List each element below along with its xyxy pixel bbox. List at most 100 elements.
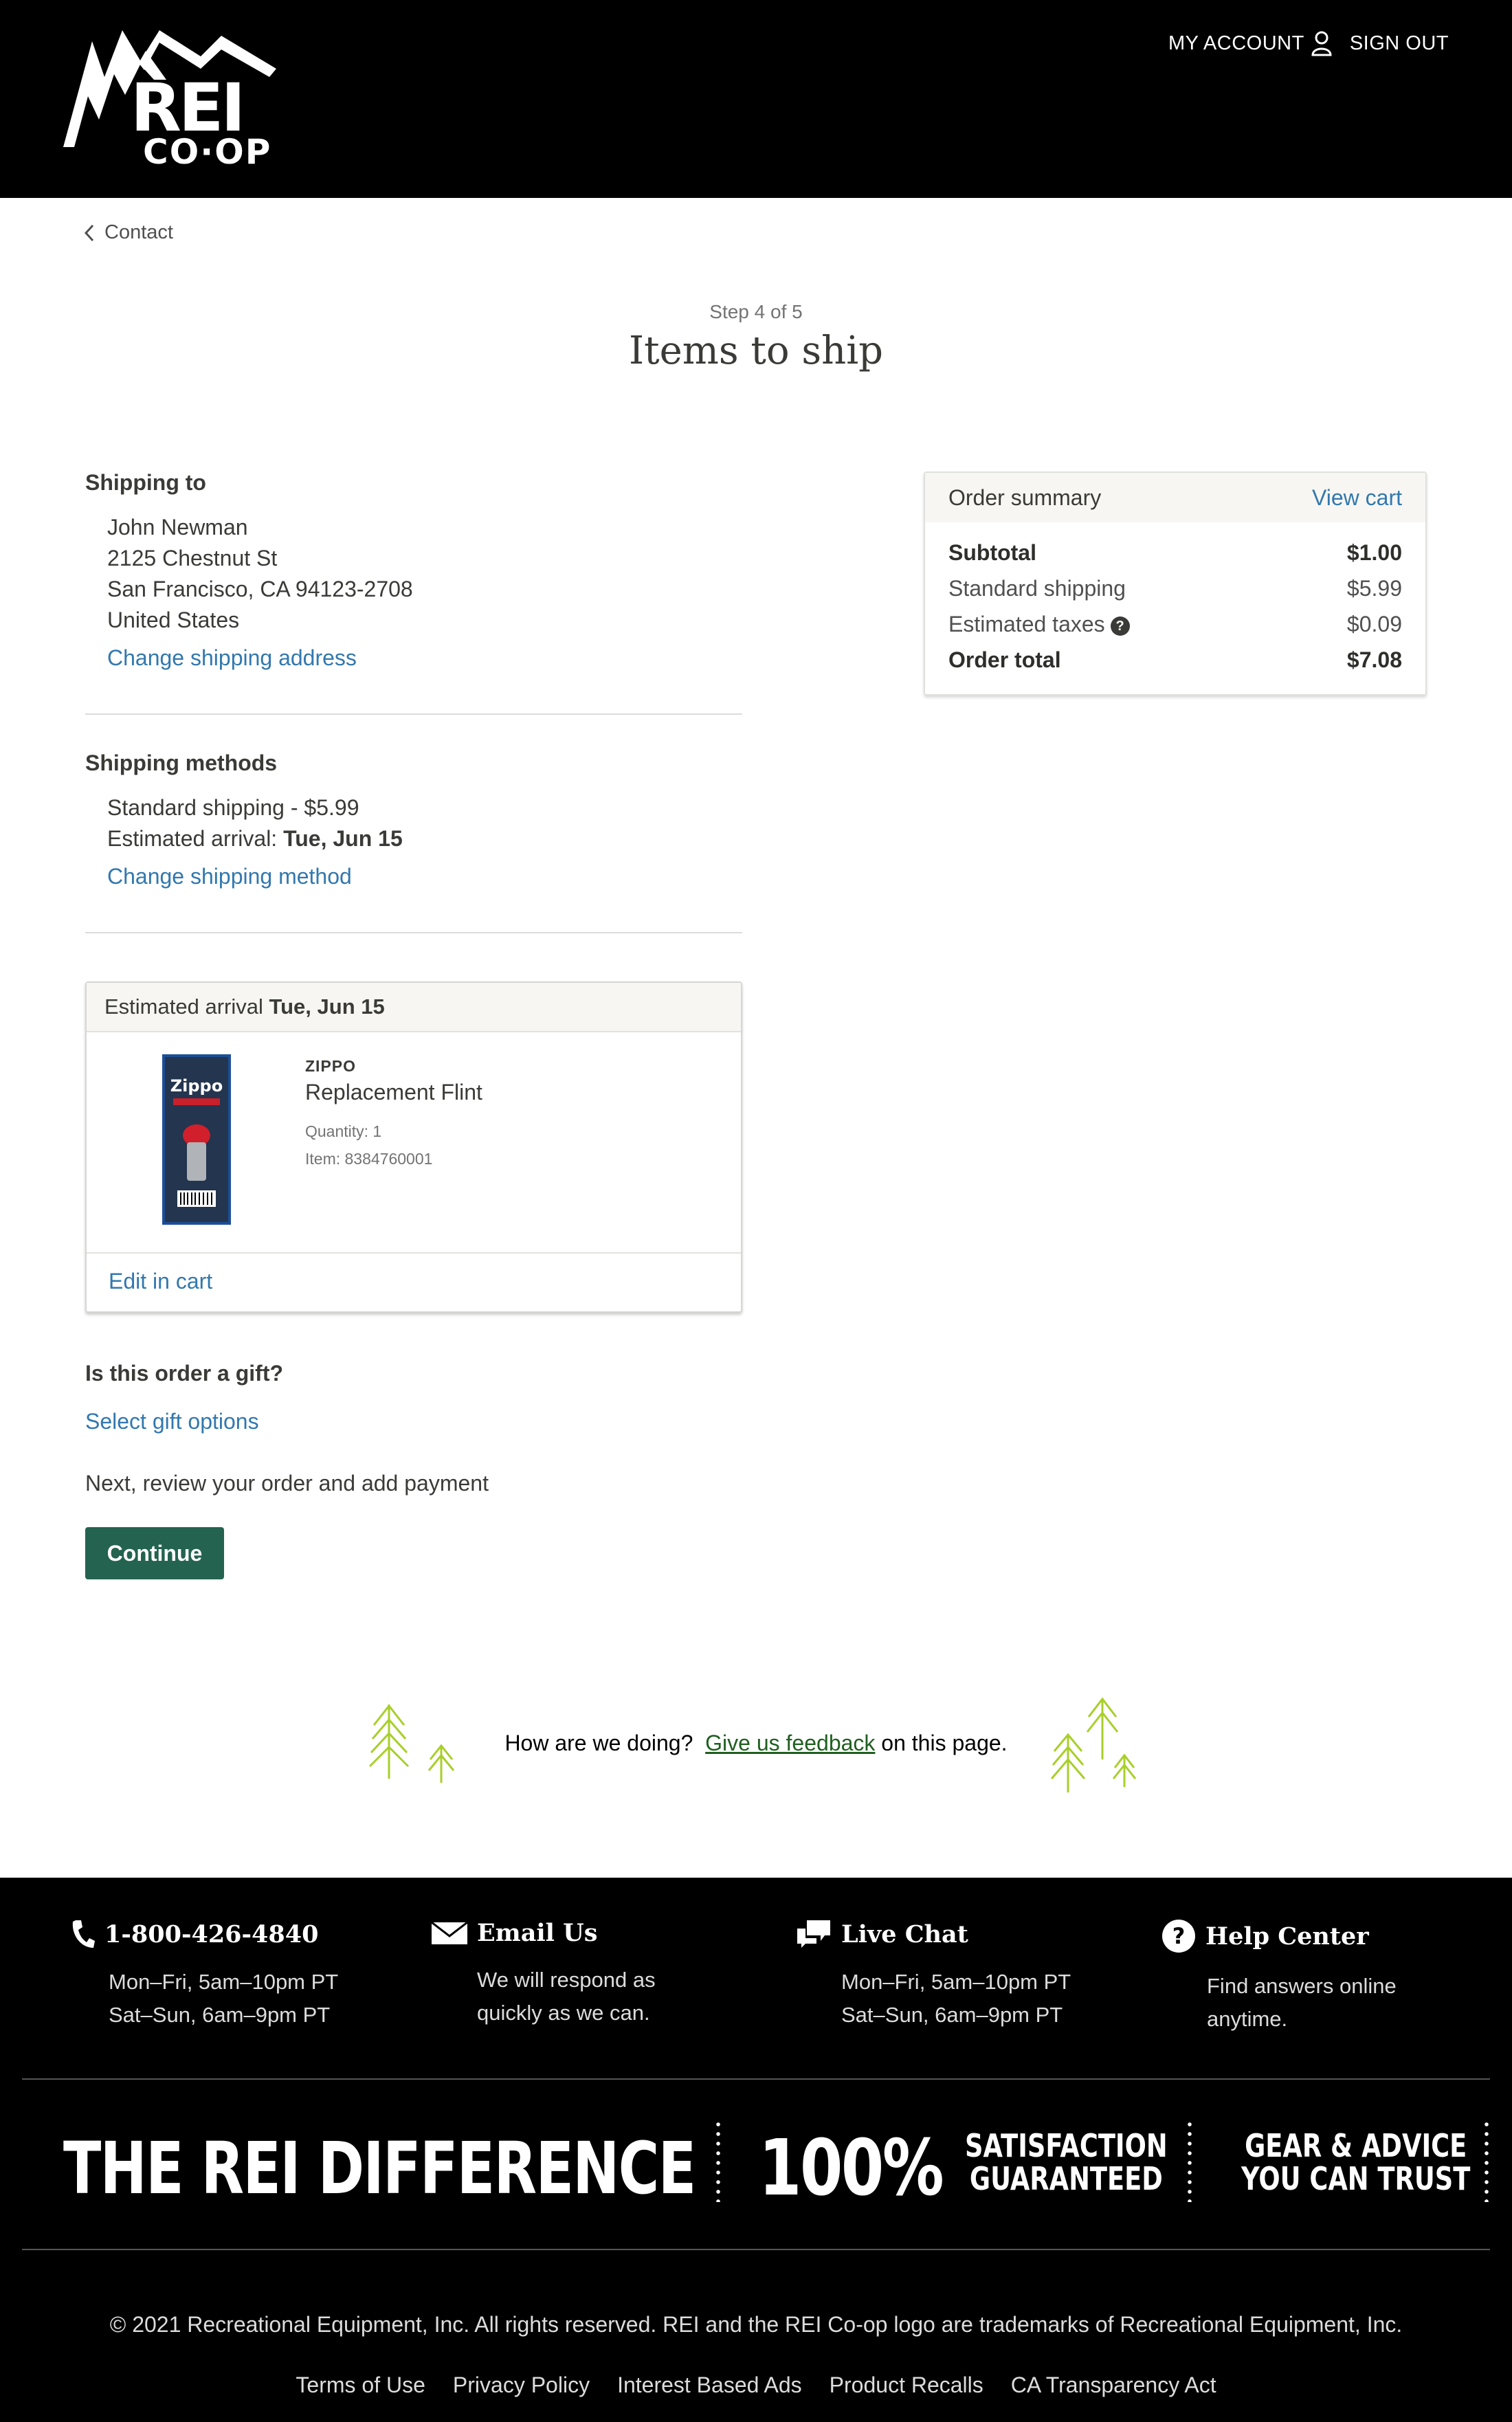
site-header: REI CO·OP MY ACCOUNT SIGN OUT	[0, 0, 1512, 198]
privacy-policy-link[interactable]: Privacy Policy	[453, 2373, 590, 2398]
dotted-separator	[1188, 2120, 1192, 2202]
svg-text:CO·OP: CO·OP	[143, 132, 271, 169]
my-account-label: MY ACCOUNT	[1168, 32, 1304, 54]
product-image[interactable]: Zippo	[162, 1054, 231, 1225]
order-total-label: Order total	[948, 647, 1061, 672]
shipment-arrival-date: Tue, Jun 15	[269, 995, 385, 1019]
email-line: We will respond as	[477, 1968, 656, 1992]
product-quantity: Quantity: 1	[305, 1122, 382, 1140]
copyright-text: © 2021 Recreational Equipment, Inc. All …	[109, 2312, 1403, 2337]
give-feedback-link[interactable]: Give us feedback	[705, 1731, 875, 1755]
taxes-label: Estimated taxes	[948, 612, 1105, 636]
shipment-card: Estimated arrival Tue, Jun 15 Zippo ZIPP…	[85, 981, 742, 1313]
interest-based-ads-link[interactable]: Interest Based Ads	[617, 2373, 802, 2398]
address-line: 2125 Chestnut St	[107, 546, 278, 570]
email-us-title: Email Us	[477, 1919, 598, 1947]
satisfaction-line: SATISFACTION	[965, 2127, 1168, 2164]
subtotal-label: Subtotal	[948, 540, 1036, 565]
order-summary-rows: Subtotal $1.00 Standard shipping $5.99 E…	[925, 522, 1425, 678]
hours-line: Mon–Fri, 5am–10pm PT	[109, 1970, 339, 1994]
step-indicator: Step 4 of 5	[709, 301, 803, 322]
product-info: ZIPPO Replacement Flint Quantity: 1 Item…	[305, 1057, 482, 1173]
trees-right-icon	[1050, 1697, 1137, 1792]
edit-in-cart-link[interactable]: Edit in cart	[109, 1269, 212, 1293]
satisfaction-percent: 100%	[759, 2124, 944, 2213]
chevron-left-icon	[84, 224, 94, 241]
shipping-row: Standard shipping $5.99	[948, 570, 1402, 606]
header-nav: MY ACCOUNT SIGN OUT	[1168, 30, 1449, 56]
phone-icon	[72, 1920, 95, 1948]
checkout-main: Shipping to John Newman 2125 Chestnut St…	[85, 470, 742, 933]
help-line: anytime.	[1207, 2007, 1288, 2031]
contact-help-center[interactable]: ? Help Center Find answers online anytim…	[1161, 1919, 1397, 2036]
hours-line: Sat–Sun, 6am–9pm PT	[109, 2003, 331, 2027]
divider	[85, 932, 742, 933]
svg-text:?: ?	[1172, 1923, 1186, 1949]
select-gift-options-link[interactable]: Select gift options	[85, 1409, 259, 1434]
question-mark-icon[interactable]: ?	[1110, 616, 1130, 636]
product-brand: ZIPPO	[305, 1057, 357, 1075]
view-cart-link[interactable]: View cart	[1312, 485, 1402, 511]
gear-advice-trust: GEAR & ADVICE YOU CAN TRUST	[1241, 2129, 1470, 2195]
product-item-number: Item: 8384760001	[305, 1150, 433, 1168]
footer-divider	[22, 2249, 1490, 2250]
dotted-separator	[716, 2120, 720, 2202]
satisfaction-guaranteed: SATISFACTION GUARANTEED	[965, 2129, 1168, 2195]
contact-email[interactable]: Email Us We will respond as quickly as w…	[432, 1919, 656, 2030]
taxes-label-group: Estimated taxes?	[948, 606, 1130, 642]
address-line: San Francisco, CA 94123-2708	[107, 577, 413, 601]
phone-hours: Mon–Fri, 5am–10pm PT Sat–Sun, 6am–9pm PT	[109, 1966, 338, 2032]
order-summary-heading: Order summary	[948, 485, 1102, 510]
sign-out-link[interactable]: SIGN OUT	[1350, 32, 1449, 55]
user-icon	[1311, 31, 1332, 56]
rei-difference-banner: THE REI DIFFERENCE 100% SATISFACTION GUA…	[0, 2120, 1512, 2213]
ca-transparency-act-link[interactable]: CA Transparency Act	[1011, 2373, 1216, 2398]
shipment-card-footer: Edit in cart	[87, 1252, 741, 1309]
phone-number: 1-800-426-4840	[104, 1920, 319, 1948]
footer-divider	[22, 2078, 1490, 2080]
order-summary: Order summary View cart Subtotal $1.00 S…	[924, 471, 1427, 696]
taxes-value: $0.09	[1346, 612, 1402, 636]
envelope-icon	[432, 1921, 467, 1944]
shipping-method-text: Standard shipping - $5.99	[107, 795, 359, 820]
product-recalls-link[interactable]: Product Recalls	[830, 2373, 983, 2398]
live-chat-title: Live Chat	[841, 1920, 968, 1948]
taxes-row: Estimated taxes? $0.09	[948, 606, 1402, 642]
feedback-prompt: How are we doing? Give us feedback on th…	[0, 1731, 1512, 1756]
help-description: Find answers online anytime.	[1207, 1970, 1397, 2036]
back-link-label: Contact	[104, 221, 173, 243]
continue-button[interactable]: Continue	[85, 1527, 224, 1579]
gear-line: YOU CAN TRUST	[1241, 2160, 1471, 2197]
contact-live-chat[interactable]: Live Chat Mon–Fri, 5am–10pm PT Sat–Sun, …	[796, 1919, 1071, 2032]
change-shipping-method-link[interactable]: Change shipping method	[107, 864, 742, 889]
gift-heading: Is this order a gift?	[85, 1361, 284, 1386]
divider	[85, 713, 742, 715]
rei-difference-title: THE REI DIFFERENCE	[63, 2126, 696, 2210]
chat-icon	[797, 1920, 830, 1948]
email-description: We will respond as quickly as we can.	[477, 1964, 656, 2030]
dotted-separator	[1485, 2120, 1489, 2202]
help-center-title: Help Center	[1205, 1922, 1369, 1951]
shipment-arrival-label: Estimated arrival	[104, 995, 263, 1019]
hours-line: Mon–Fri, 5am–10pm PT	[841, 1970, 1071, 1994]
shipping-value: $5.99	[1346, 576, 1402, 601]
back-to-contact-link[interactable]: Contact	[84, 221, 173, 244]
my-account-link[interactable]: MY ACCOUNT	[1168, 30, 1332, 56]
address-line: United States	[107, 608, 240, 632]
help-circle-icon: ?	[1162, 1920, 1195, 1953]
arrival-date: Tue, Jun 15	[283, 826, 403, 851]
contact-phone[interactable]: 1-800-426-4840 Mon–Fri, 5am–10pm PT Sat–…	[70, 1919, 338, 2032]
shipment-card-header: Estimated arrival Tue, Jun 15	[87, 983, 741, 1032]
change-shipping-address-link[interactable]: Change shipping address	[107, 645, 742, 671]
subtotal-row: Subtotal $1.00	[948, 535, 1402, 570]
terms-of-use-link[interactable]: Terms of Use	[296, 2373, 425, 2398]
hours-line: Sat–Sun, 6am–9pm PT	[841, 2003, 1063, 2027]
rei-coop-logo[interactable]: REI CO·OP	[63, 29, 283, 169]
product-name[interactable]: Replacement Flint	[305, 1080, 482, 1105]
email-line: quickly as we can.	[477, 2001, 650, 2025]
satisfaction-line: GUARANTEED	[969, 2160, 1163, 2197]
shipping-methods-heading: Shipping methods	[85, 751, 278, 775]
svg-text:Zippo: Zippo	[170, 1076, 223, 1096]
footer-links: Terms of Use Privacy Policy Interest Bas…	[0, 2373, 1512, 2398]
page-title: Items to ship	[629, 329, 883, 373]
